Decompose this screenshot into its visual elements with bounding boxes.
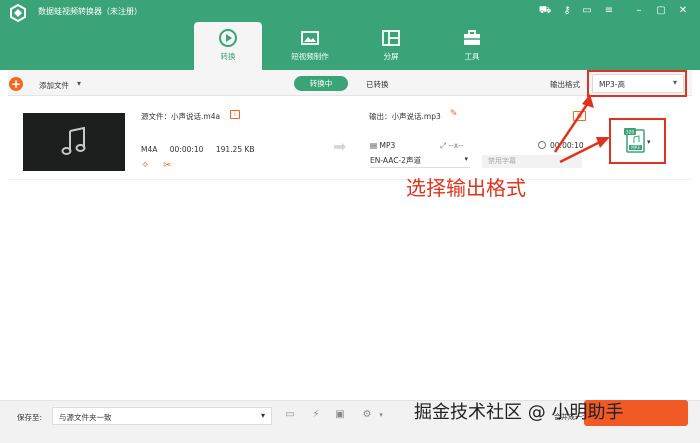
source-size: 191.25 KB: [215, 145, 255, 154]
key-icon[interactable]: ⚷: [560, 4, 574, 18]
add-file-dropdown-icon[interactable]: ▾: [77, 79, 81, 88]
tab-convert[interactable]: 转换: [194, 22, 262, 70]
output-format-label: 输出格式: [550, 80, 580, 89]
output-format-text: MP3: [379, 141, 396, 150]
chevron-down-icon: ▾: [464, 155, 468, 163]
settings-icon[interactable]: ⚙: [360, 408, 374, 422]
enhance-icon[interactable]: ✧: [141, 160, 153, 172]
annotation-text: 选择输出格式: [406, 176, 526, 200]
folder-icon[interactable]: ▭: [283, 408, 297, 422]
source-meta: M4A 00:00:10 191.25 KB: [141, 145, 265, 154]
tab-collage-label: 分屏: [383, 52, 399, 61]
output-format: ▤ MP3: [370, 141, 396, 150]
tab-toolbox-label: 工具: [464, 52, 480, 61]
arrow-right-icon: ➡: [333, 137, 347, 156]
maximize-icon[interactable]: ▢: [654, 4, 668, 18]
edit-icon[interactable]: ✎: [450, 109, 458, 119]
subtitle-value: 禁用字幕: [488, 157, 516, 165]
info-icon[interactable]: i: [230, 110, 240, 119]
source-file-name: 源文件：小声说话.m4a: [141, 112, 221, 121]
save-path-value: 与源文件夹一致: [59, 413, 112, 422]
convert-icon: [219, 29, 237, 47]
audio-track-value: EN-AAC-2声道: [370, 156, 421, 165]
music-note-icon: [61, 127, 86, 155]
save-path-select[interactable]: 与源文件夹一致 ▾: [52, 407, 272, 425]
tab-converting[interactable]: 转换中: [294, 76, 348, 91]
hardware-accel-off-icon[interactable]: ⚡: [309, 408, 323, 422]
add-file-icon[interactable]: +: [9, 77, 23, 91]
gpu-off-icon[interactable]: ▣: [333, 408, 347, 422]
output-resolution-text: --x--: [448, 141, 464, 150]
tab-collage[interactable]: 分屏: [357, 22, 425, 70]
toolbox-icon: [464, 30, 480, 45]
save-to-label: 保存至:: [17, 413, 43, 422]
highlight-format-tile: [609, 118, 666, 164]
settings-dropdown-icon[interactable]: ▾: [374, 408, 388, 422]
mv-icon: [301, 31, 319, 45]
app-logo: [10, 4, 26, 22]
source-format: M4A: [141, 145, 158, 154]
tab-convert-label: 转换: [220, 52, 236, 61]
output-file-name: 输出：小声说话.mp3: [369, 112, 441, 121]
audio-track-select[interactable]: EN-AAC-2声道 ▾: [370, 155, 470, 168]
tab-mv-label: 短视频制作: [291, 52, 329, 61]
collage-icon: [382, 30, 400, 46]
cut-icon[interactable]: ✂: [163, 160, 175, 172]
feedback-icon[interactable]: ▭: [580, 4, 594, 18]
app-title: 数据蛙视频转换器（未注册）: [38, 7, 142, 16]
output-resolution: ⤢ --x--: [440, 141, 464, 150]
menu-icon[interactable]: ≡: [602, 4, 616, 18]
annotation-arrows: [553, 94, 610, 164]
add-file-button[interactable]: 添加文件: [39, 80, 69, 91]
source-duration: 00:00:10: [169, 145, 204, 154]
cart-icon[interactable]: ⛟: [538, 4, 552, 18]
tab-toolbox[interactable]: 工具: [438, 22, 506, 70]
video-thumbnail[interactable]: [23, 113, 125, 171]
watermark-text: 掘金技术社区 @ 小明助手: [414, 402, 624, 423]
minimize-icon[interactable]: –: [632, 4, 646, 18]
tab-mv[interactable]: 短视频制作: [276, 22, 344, 70]
chevron-down-icon: ▾: [260, 411, 265, 420]
tab-converted[interactable]: 已转换: [366, 79, 389, 90]
close-icon[interactable]: ✕: [676, 4, 690, 18]
